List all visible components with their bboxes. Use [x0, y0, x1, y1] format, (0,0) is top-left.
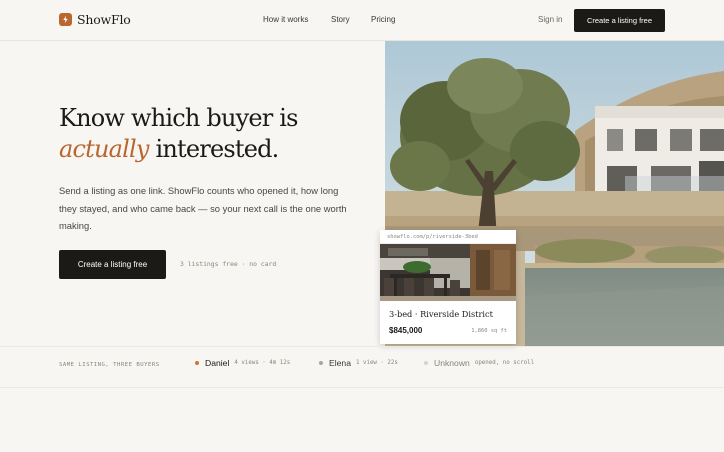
hero-subtitle: Send a listing as one link. ShowFlo coun… — [59, 185, 347, 231]
nav-link-how-it-works[interactable]: How it works — [263, 15, 308, 24]
sign-in-link[interactable]: Sign in — [538, 15, 562, 24]
top-nav: ShowFlo How it works Story Pricing Sign … — [0, 0, 724, 41]
nav-link-story[interactable]: Story — [331, 15, 350, 24]
listing-url: showflo.com/p/riverside-3bed — [380, 230, 516, 244]
buyer-stats: 1 view · 22s — [355, 360, 398, 366]
buyers-strip-label: SAME LISTING, THREE BUYERS — [59, 362, 160, 368]
listing-photo — [380, 244, 516, 301]
buyer-status-dot — [424, 361, 428, 365]
create-listing-button-hero[interactable]: Create a listing free — [59, 250, 166, 279]
buyer-name: Unknown — [434, 358, 470, 368]
flame-icon — [59, 13, 72, 26]
nav-link-pricing[interactable]: Pricing — [371, 15, 395, 24]
buyers-strip: SAME LISTING, THREE BUYERS Daniel 4 view… — [0, 346, 724, 388]
free-listings-note: 3 listings free · no card — [180, 260, 277, 268]
brand-logo[interactable]: ShowFlo — [59, 12, 131, 27]
listing-preview-card[interactable]: showflo.com/p/riverside-3bed 3-bed · Riv… — [380, 230, 516, 344]
buyer-status-dot — [195, 361, 199, 365]
buyer-stats: 4 views · 4m 12s — [234, 360, 291, 366]
hero-title-emphasis: actually — [59, 135, 149, 163]
buyer-stats: opened, no scroll — [474, 360, 535, 366]
hero-title: Know which buyer is actually interested. — [59, 103, 379, 165]
buyer-name: Elena — [329, 358, 351, 368]
hero-title-line1: Know which buyer is — [59, 104, 298, 132]
buyer-name: Daniel — [205, 358, 230, 368]
listing-title: 3-bed · Riverside District — [389, 309, 493, 319]
listing-sqft: 1,860 sq ft — [471, 328, 507, 334]
buyer-item-unknown: Unknown opened, no scroll — [424, 358, 534, 368]
create-listing-button-nav[interactable]: Create a listing free — [574, 9, 665, 32]
listing-price: $845,000 — [389, 326, 423, 335]
hero-title-rest: interested. — [148, 135, 280, 163]
buyer-item-daniel: Daniel 4 views · 4m 12s — [195, 358, 290, 368]
buyer-status-dot — [319, 361, 323, 365]
buyer-item-elena: Elena 1 view · 22s — [319, 358, 398, 368]
brand-name: ShowFlo — [77, 12, 131, 27]
